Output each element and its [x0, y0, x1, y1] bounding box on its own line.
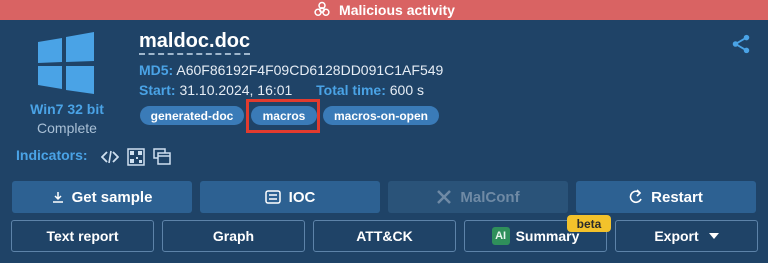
download-icon	[52, 191, 64, 203]
start-row: Start: 31.10.2024, 16:01 Total time: 600…	[139, 82, 424, 98]
restart-button[interactable]: Restart	[576, 181, 756, 213]
md5-label: MD5:	[139, 62, 174, 78]
windows-logo-icon	[38, 32, 94, 94]
get-sample-button[interactable]: Get sample	[12, 181, 192, 213]
start-value: 31.10.2024, 16:01	[179, 82, 293, 98]
graph-label: Graph	[212, 228, 255, 244]
refresh-icon	[629, 189, 643, 205]
tag-macros-on-open[interactable]: macros-on-open	[323, 106, 439, 125]
restart-label: Restart	[651, 188, 703, 206]
caret-down-icon	[708, 233, 719, 239]
ioc-button[interactable]: IOC	[200, 181, 380, 213]
total-time-label: Total time:	[316, 82, 386, 98]
malconf-button[interactable]: MalConf	[388, 181, 568, 213]
indicators-label: Indicators:	[16, 147, 88, 163]
ai-badge-icon: AI	[491, 227, 510, 245]
attack-label: ATT&CK	[356, 228, 413, 244]
md5-value: A60F86192F4F09CD6128DD091C1AF549	[176, 62, 444, 78]
export-label: Export	[654, 228, 699, 244]
tools-icon	[436, 189, 452, 205]
share-icon[interactable]	[730, 33, 752, 55]
file-name[interactable]: maldoc.doc	[139, 30, 251, 55]
os-name: Win7 32 bit	[30, 101, 104, 117]
malconf-label: MalConf	[460, 188, 520, 206]
text-report-label: Text report	[46, 228, 119, 244]
biohazard-icon	[314, 1, 330, 16]
text-report-button[interactable]: Text report	[11, 220, 154, 252]
verdict-banner: Malicious activity	[0, 0, 768, 20]
beta-badge: beta	[567, 215, 611, 232]
tag-generated-doc[interactable]: generated-doc	[140, 106, 244, 125]
ioc-label: IOC	[288, 188, 316, 206]
total-time-value: 600 s	[389, 82, 425, 98]
task-status: Complete	[37, 120, 97, 136]
code-icon[interactable]	[101, 148, 119, 166]
highlight-box	[246, 99, 320, 133]
md5-row: MD5: A60F86192F4F09CD6128DD091C1AF549	[139, 62, 443, 78]
export-dropdown[interactable]: Export	[615, 220, 758, 252]
get-sample-label: Get sample	[71, 188, 153, 206]
list-box-icon	[264, 190, 281, 204]
start-label: Start:	[139, 82, 176, 98]
qr-grid-icon[interactable]	[127, 148, 145, 166]
graph-button[interactable]: Graph	[162, 220, 305, 252]
windows-stack-icon[interactable]	[153, 148, 171, 166]
attack-button[interactable]: ATT&CK	[313, 220, 456, 252]
verdict-text: Malicious activity	[339, 2, 455, 18]
